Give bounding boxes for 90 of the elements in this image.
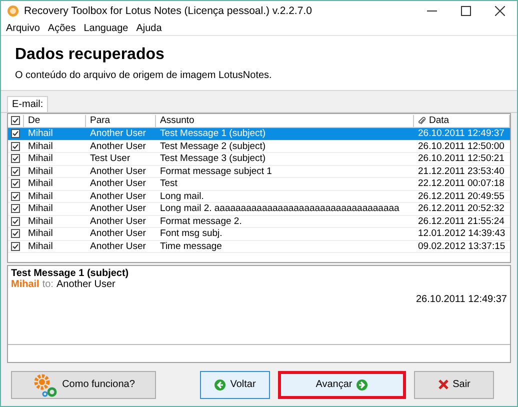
gears-icon bbox=[32, 372, 58, 396]
sender-cell-text: Mihail bbox=[27, 140, 54, 152]
preview-date: 26.10.2011 12:49:37 bbox=[416, 294, 507, 305]
menu-item[interactable]: Arquivo bbox=[6, 22, 40, 34]
date-cell-text: 26.12.2011 21:55:24 bbox=[417, 216, 506, 227]
date-cell-text: 22.12.2011 00:07:18 bbox=[417, 178, 506, 190]
close-icon bbox=[495, 6, 505, 16]
email-row[interactable]: Mihail Another User Long mail 2. aaaaaaaaaaaaaaaaaaaaaaaaaaaaaaaaaaa 26.12.2011 20:52:32 bbox=[8, 203, 510, 216]
date-cell-text: 21.12.2011 23:53:40 bbox=[417, 166, 506, 177]
subject-cell-text: Format message subject 1 bbox=[159, 166, 273, 177]
subject-cell-text: Font msg subj. bbox=[159, 228, 224, 240]
sender-cell-text: Mihail bbox=[27, 216, 54, 227]
maximize-icon bbox=[461, 6, 471, 16]
recipient-cell-text: Another User bbox=[89, 166, 147, 177]
email-row[interactable]: Mihail Another User Font msg subj. 12.01.2012 14:39:43 bbox=[8, 228, 510, 240]
help-button[interactable]: Como funciona? bbox=[11, 370, 156, 398]
column-header[interactable]: Para bbox=[90, 115, 110, 126]
sender-cell-text: Mihail bbox=[27, 240, 54, 252]
subject-cell-text: Test bbox=[159, 178, 178, 190]
checkbox[interactable] bbox=[11, 204, 20, 214]
back-button[interactable]: Voltar bbox=[200, 370, 270, 398]
preview-recipient: Another User bbox=[56, 279, 116, 290]
page-heading: Dados recuperados bbox=[15, 46, 166, 64]
email-row[interactable]: Mihail Another User Test 22.12.2011 00:07:18 bbox=[8, 178, 510, 190]
email-row[interactable]: Mihail Another User Format message 2. 26.12.2011 21:55:24 bbox=[8, 216, 510, 228]
to-label: to: bbox=[42, 279, 54, 290]
checkbox[interactable] bbox=[11, 142, 20, 151]
close-icon bbox=[438, 379, 449, 390]
checkbox[interactable] bbox=[11, 154, 20, 164]
email-row[interactable]: Mihail Another User Test Message 1 (subject) 26.10.2011 12:49:37 bbox=[8, 128, 510, 140]
sender-cell-text: Mihail bbox=[27, 153, 54, 164]
sender-cell-text: Mihail bbox=[27, 178, 54, 190]
tab[interactable]: E-mail: bbox=[7, 96, 48, 112]
recipient-cell-text: Another User bbox=[89, 203, 147, 214]
date-cell-text: 26.10.2011 12:49:37 bbox=[417, 128, 506, 140]
column-header[interactable]: Assunto bbox=[160, 115, 194, 126]
subject-cell-text: Time message bbox=[159, 240, 223, 252]
date-cell-text: 26.10.2011 12:50:00 bbox=[417, 140, 506, 152]
sender-cell-text: Mihail bbox=[27, 190, 54, 202]
menu-item[interactable]: Language bbox=[84, 22, 128, 34]
recipient-cell-text: Another User bbox=[89, 128, 147, 140]
email-row[interactable]: Mihail Another User Format message subject 1 21.12.2011 23:53:40 bbox=[8, 166, 510, 178]
checkbox[interactable] bbox=[11, 129, 20, 138]
checkbox[interactable] bbox=[11, 216, 20, 226]
column-header[interactable]: Data bbox=[429, 115, 450, 126]
subject-cell-text: Test Message 1 (subject) bbox=[159, 128, 267, 140]
checkbox[interactable] bbox=[11, 179, 20, 188]
recipient-cell-text: Another User bbox=[89, 228, 147, 240]
sender-cell-text: Mihail bbox=[27, 128, 54, 140]
sender-cell-text: Mihail bbox=[27, 228, 54, 240]
checkbox[interactable] bbox=[11, 166, 20, 176]
exit-button[interactable]: Sair bbox=[414, 370, 494, 398]
subject-cell-text: Test Message 2 (subject) bbox=[159, 140, 267, 152]
column-header[interactable]: De bbox=[28, 115, 40, 126]
recipient-cell-text: Test User bbox=[89, 153, 132, 164]
checkbox[interactable] bbox=[11, 192, 20, 201]
email-row[interactable]: Mihail Test User Test Message 3 (subject) 26.10.2011 12:50:21 bbox=[8, 153, 510, 166]
recipient-cell-text: Another User bbox=[89, 216, 147, 227]
right-arrow-icon bbox=[356, 378, 368, 390]
email-row[interactable]: Mihail Another User Time message 09.02.2012 13:37:15 bbox=[8, 240, 510, 253]
checkbox[interactable] bbox=[11, 229, 20, 238]
date-cell-text: 26.10.2011 12:50:21 bbox=[417, 153, 506, 164]
paperclip-icon bbox=[418, 116, 426, 126]
date-cell-text: 26.12.2011 20:49:55 bbox=[417, 190, 506, 202]
page-description: O conteúdo do arquivo de origem de imagem LotusNotes. bbox=[15, 70, 273, 81]
subject-cell-text: Test Message 3 (subject) bbox=[159, 153, 267, 164]
preview-subject: Test Message 1 (subject) bbox=[11, 268, 130, 279]
sender-cell-text: Mihail bbox=[27, 203, 54, 214]
email-row[interactable]: Mihail Another User Test Message 2 (subject) 26.10.2011 12:50:00 bbox=[8, 140, 510, 153]
recipient-cell-text: Another User bbox=[89, 240, 147, 252]
sender-cell-text: Mihail bbox=[27, 166, 54, 177]
preview-sender: Mihail bbox=[11, 279, 40, 290]
left-arrow-icon bbox=[214, 378, 226, 390]
recipient-cell-text: Another User bbox=[89, 178, 147, 190]
subject-cell-text: Long mail. bbox=[159, 190, 205, 202]
window-title: Recovery Toolbox for Lotus Notes (Licença pessoal.) v.2.2.7.0 bbox=[24, 5, 313, 17]
app-icon bbox=[7, 5, 19, 17]
subject-cell-text: Long mail 2. aaaaaaaaaaaaaaaaaaaaaaaaaaaaaaaaaaa bbox=[159, 203, 400, 214]
recipient-cell-text: Another User bbox=[89, 140, 147, 152]
date-cell-text: 09.02.2012 13:37:15 bbox=[417, 240, 506, 252]
checkbox[interactable] bbox=[11, 242, 20, 251]
date-cell-text: 12.01.2012 14:39:43 bbox=[417, 228, 506, 240]
subject-cell-text: Format message 2. bbox=[159, 216, 243, 227]
date-cell-text: 26.12.2011 20:52:32 bbox=[417, 203, 506, 214]
recipient-cell-text: Another User bbox=[89, 190, 147, 202]
menu-item[interactable]: Ajuda bbox=[136, 22, 162, 34]
next-button[interactable]: Avançar bbox=[278, 370, 406, 398]
email-row[interactable]: Mihail Another User Long mail. 26.12.2011 20:49:55 bbox=[8, 190, 510, 203]
checkbox[interactable] bbox=[11, 116, 20, 125]
menu-item[interactable]: Ações bbox=[48, 22, 76, 34]
